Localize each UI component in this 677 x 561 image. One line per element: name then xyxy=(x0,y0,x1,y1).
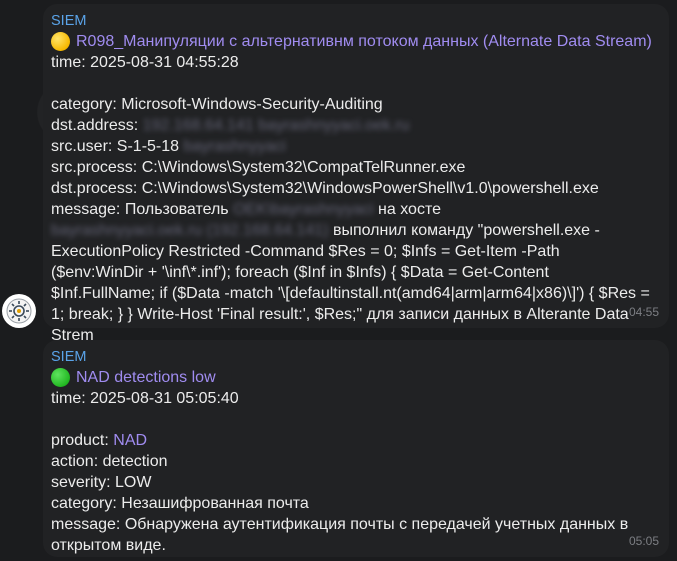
sender-name[interactable]: SIEM xyxy=(51,11,657,31)
message-label: message: Пользователь xyxy=(51,201,234,218)
src-user-redacted: bayrashnyyaci xyxy=(183,138,286,155)
dst-address-redacted: 192.168.64.141 xyxy=(142,117,254,134)
dst-address-host-redacted: bayrashnyyaci.oek.ru xyxy=(258,117,410,134)
message-user-redacted: OEK\bayrashnyyaci xyxy=(233,201,374,218)
chat-area: SIEM R098_Манипуляции с альтернативнм по… xyxy=(0,0,677,561)
green-circle-icon xyxy=(51,368,70,387)
dst-address-line: dst.address: 192.168.64.141 bayrashnyyac… xyxy=(51,115,657,136)
dst-process-line: dst.process: C:\Windows\System32\Windows… xyxy=(51,180,599,197)
message-host-label: на хосте xyxy=(373,201,441,218)
severity-line: severity: LOW xyxy=(51,474,152,491)
bot-gear-icon xyxy=(6,298,32,324)
category-line: category: Незашифрованная почта xyxy=(51,495,309,512)
src-user-label: src.user: S-1-5-18 xyxy=(51,138,180,155)
product-line: product: NAD xyxy=(51,430,657,451)
time-line: time: 2025-08-31 05:05:40 xyxy=(51,390,239,407)
message-bubble[interactable]: SIEM R098_Манипуляции с альтернативнм по… xyxy=(43,4,669,344)
product-link[interactable]: NAD xyxy=(113,432,147,449)
alert-title[interactable]: NAD detections low xyxy=(76,367,216,388)
message-bubble[interactable]: SIEM NAD detections low time: 2025-08-31… xyxy=(43,340,669,557)
action-line: action: detection xyxy=(51,453,168,470)
time-line: time: 2025-08-31 04:55:28 xyxy=(51,54,239,71)
message-text: message: Обнаружена аутентификация почты… xyxy=(51,516,629,554)
product-label: product: xyxy=(51,432,114,449)
category-line: category: Microsoft-Windows-Security-Aud… xyxy=(51,96,383,113)
alert-title[interactable]: R098_Манипуляции с альтернативнм потоком… xyxy=(76,31,652,52)
message-host-redacted: bayrashnyyaci.oek.ru (192.168.64.141) xyxy=(51,222,329,239)
message-timestamp: 04:55 xyxy=(628,305,659,319)
message-text: message: Пользователь OEK\bayrashnyyaci … xyxy=(51,199,657,346)
src-user-line: src.user: S-1-5-18 bayrashnyyaci xyxy=(51,136,657,157)
alert-title-row: R098_Манипуляции с альтернативнм потоком… xyxy=(51,31,657,52)
sender-name[interactable]: SIEM xyxy=(51,347,657,367)
message-timestamp: 05:05 xyxy=(628,534,659,548)
yellow-circle-icon xyxy=(51,32,70,51)
src-process-line: src.process: C:\Windows\System32\CompatT… xyxy=(51,159,466,176)
alert-title-row: NAD detections low xyxy=(51,367,657,388)
dst-address-label: dst.address: xyxy=(51,117,143,134)
bot-avatar[interactable] xyxy=(2,294,36,328)
